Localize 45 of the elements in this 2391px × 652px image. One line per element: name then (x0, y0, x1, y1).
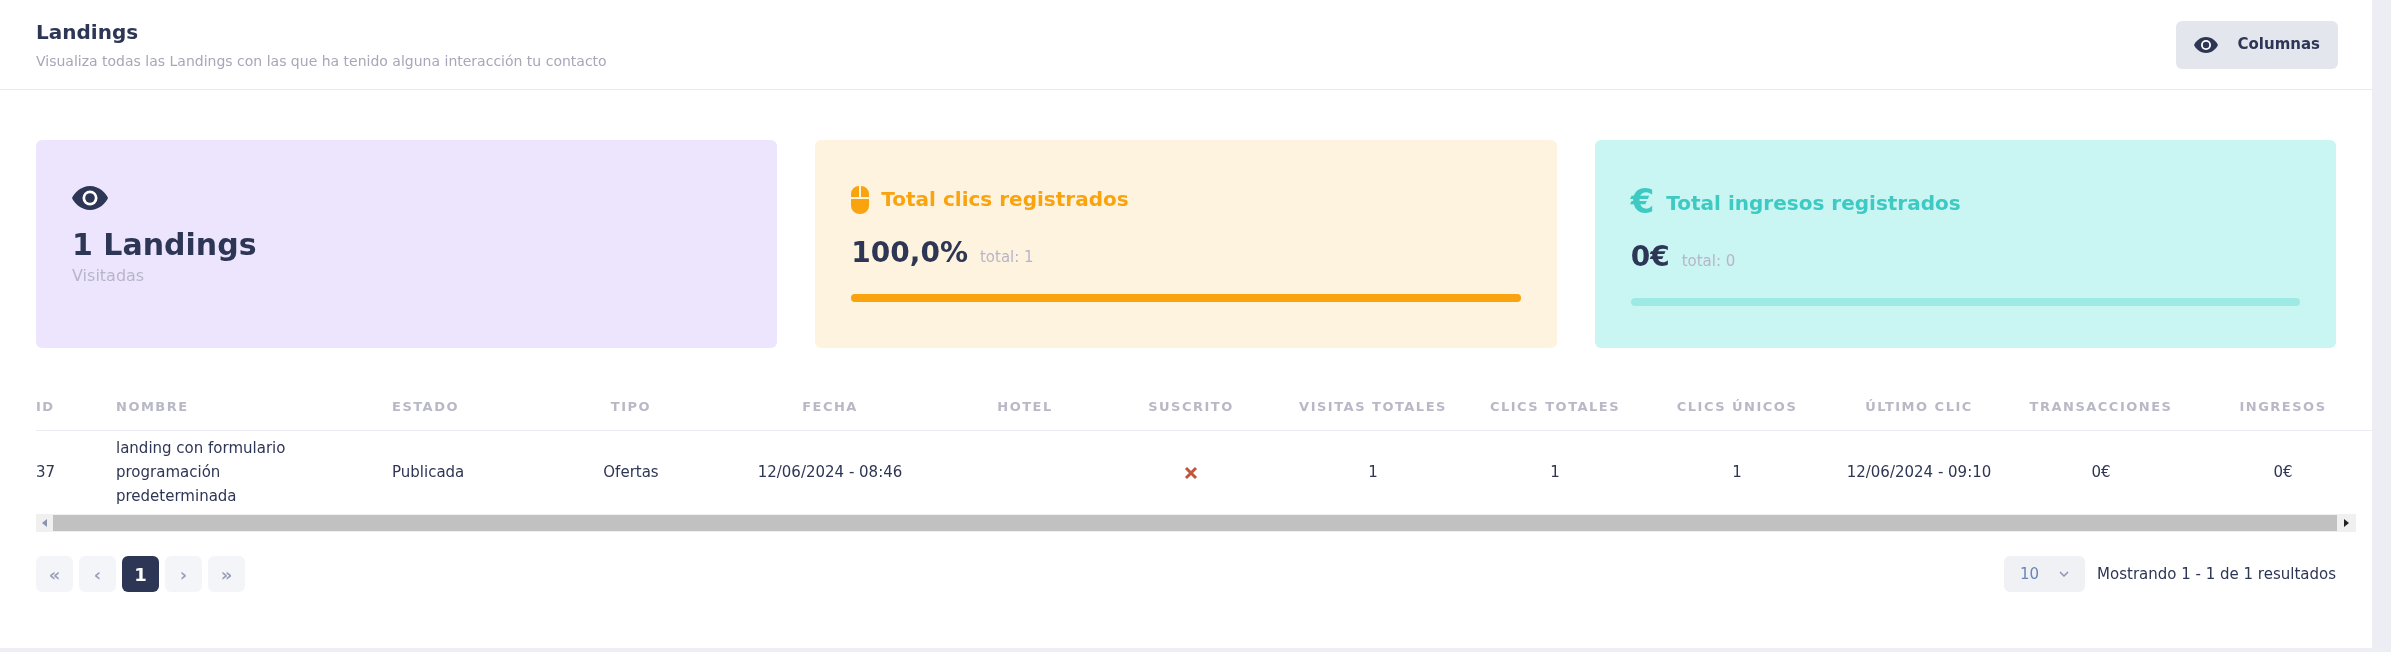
table-cell: 12/06/2024 - 09:10 (1846, 463, 1992, 482)
columns-button[interactable]: Columnas (2175, 20, 2338, 69)
stat-total: total: 1 (979, 247, 1034, 268)
column-header: CLICS TOTALES (1489, 398, 1621, 414)
column-header: ID (36, 398, 55, 414)
table-cell: 1 (1368, 463, 1378, 482)
scrollbar[interactable] (36, 514, 2356, 532)
column-header: NOMBRE (116, 398, 189, 414)
chevron-down-icon (2059, 571, 2070, 577)
page-button[interactable]: 1 (122, 556, 159, 592)
table-cell: 12/06/2024 - 08:46 (757, 463, 903, 482)
stat-title: Total clics registrados (881, 186, 1129, 213)
column-header: FECHA (802, 398, 858, 414)
column-header: ÚLTIMO CLIC (1865, 398, 1973, 414)
column-header: SUSCRITO (1148, 398, 1234, 414)
eye-icon (2193, 36, 2218, 53)
table-cell: 0€ (2273, 463, 2293, 482)
table-cell-text: landing con formulario programación predeterminada (116, 438, 287, 508)
table-cell: Publicada (392, 463, 465, 482)
results-summary: Mostrando 1 - 1 de 1 resultados (2097, 563, 2336, 585)
page-title: Landings (36, 19, 140, 46)
column-header: TIPO (610, 398, 652, 414)
column-header: INGRESOS (2239, 398, 2327, 414)
stat-value: 1 Landings (72, 226, 258, 264)
table-cell: 37 (36, 463, 56, 482)
stat-value: 0€ (1630, 239, 1670, 275)
column-header: HOTEL (997, 398, 1053, 414)
eye-icon (72, 186, 108, 210)
euro-icon: € (1630, 184, 1655, 218)
table-cell: 1 (1732, 463, 1742, 482)
table-cell: Ofertas (603, 463, 659, 482)
scroll-right-icon (2344, 519, 2349, 527)
column-header: ESTADO (392, 398, 459, 414)
scroll-left-icon (42, 519, 47, 527)
mouse-icon (851, 186, 870, 214)
page-subtitle: Visualiza todas las Landings con las que ha tenido alguna interacción tu contacto (36, 52, 607, 71)
stat-value: 100,0% (851, 235, 968, 271)
table-cell: 1 (1550, 463, 1560, 482)
table-cell: 0€ (2091, 463, 2111, 482)
column-header: CLICS ÚNICOS (1676, 398, 1798, 414)
page-size-select[interactable]: 10 (2003, 556, 2086, 592)
stat-title: Total ingresos registrados (1666, 190, 1961, 217)
column-header: VISITAS TOTALES (1299, 398, 1447, 414)
column-header: TRANSACCIONES (2029, 398, 2173, 414)
stat-total: total: 0 (1681, 251, 1736, 272)
